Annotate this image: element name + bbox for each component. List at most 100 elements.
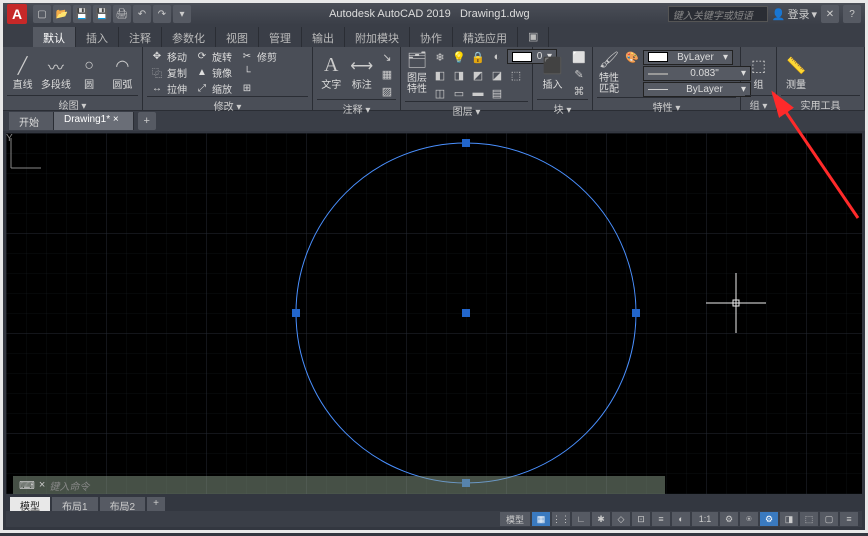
mirror-button[interactable]: ▲镜像: [192, 65, 235, 80]
polyline-button[interactable]: 〰多段线: [40, 49, 71, 95]
status-scale-button[interactable]: 1:1: [692, 512, 718, 526]
layer-ic3[interactable]: ◩: [469, 67, 487, 83]
copy-button[interactable]: ⿻复制: [147, 65, 190, 80]
layer-ic4[interactable]: ◪: [488, 67, 506, 83]
tab-addins[interactable]: 附加模块: [345, 27, 410, 47]
status-transparency-icon[interactable]: ◐: [672, 512, 690, 526]
panel-utility-title[interactable]: 实用工具: [781, 95, 860, 109]
tab-default[interactable]: 默认: [33, 27, 76, 47]
close-icon[interactable]: ×: [113, 114, 119, 125]
qat-saveas-icon[interactable]: 💾: [93, 5, 111, 23]
filetab-add-button[interactable]: +: [138, 112, 156, 130]
qat-redo-icon[interactable]: ↷: [153, 5, 171, 23]
block-edit-icon[interactable]: ✎: [570, 66, 588, 82]
status-model-button[interactable]: 模型: [500, 512, 530, 526]
move-button[interactable]: ✥移动: [147, 49, 190, 64]
status-grid-icon[interactable]: ▦: [532, 512, 550, 526]
help-icon[interactable]: ?: [843, 5, 861, 23]
measure-button[interactable]: 📏测量: [781, 49, 811, 95]
status-custom-icon[interactable]: ≡: [840, 512, 858, 526]
grip-center[interactable]: [462, 309, 470, 317]
panel-layer-title[interactable]: 图层 ▾: [405, 101, 528, 115]
layer-isolate-icon[interactable]: ◐: [488, 49, 506, 65]
lineweight-combo[interactable]: 0.083"▾: [643, 66, 751, 81]
tab-annotate[interactable]: 注释: [119, 27, 162, 47]
qat-new-icon[interactable]: ▢: [33, 5, 51, 23]
layer-off-icon[interactable]: 💡: [450, 49, 468, 65]
status-lwt-icon[interactable]: ≡: [652, 512, 670, 526]
grip-top[interactable]: [462, 139, 470, 147]
scale-button[interactable]: ⤢缩放: [192, 81, 235, 96]
panel-annotate-title[interactable]: 注释 ▾: [317, 99, 396, 113]
block-attr-icon[interactable]: ⌘: [570, 83, 588, 99]
tab-parametric[interactable]: 参数化: [162, 27, 216, 47]
tab-collab[interactable]: 协作: [410, 27, 453, 47]
status-clean-icon[interactable]: ▢: [820, 512, 838, 526]
dimension-button[interactable]: ⟷标注: [348, 49, 377, 95]
tab-featured[interactable]: 精选应用: [453, 27, 518, 47]
text-button[interactable]: A文字: [317, 49, 346, 95]
status-polar-icon[interactable]: ✱: [592, 512, 610, 526]
status-workspace-icon[interactable]: ⚙: [760, 512, 778, 526]
filetab-drawing1[interactable]: Drawing1* ×: [54, 112, 134, 130]
qat-save-icon[interactable]: 💾: [73, 5, 91, 23]
status-anno-icon[interactable]: ⍟: [740, 512, 758, 526]
block-create-icon[interactable]: ⬜: [570, 49, 588, 65]
panel-modify-title[interactable]: 修改 ▾: [147, 96, 308, 110]
status-snap-icon[interactable]: ⋮⋮: [552, 512, 570, 526]
grip-right[interactable]: [632, 309, 640, 317]
panel-properties-title[interactable]: 特性 ▾: [597, 97, 736, 111]
status-hw-icon[interactable]: ⬚: [800, 512, 818, 526]
status-ortho-icon[interactable]: ∟: [572, 512, 590, 526]
array-button[interactable]: ⊞: [237, 81, 280, 96]
qat-plot-icon[interactable]: 🖨: [113, 5, 131, 23]
status-isolate-icon[interactable]: ◨: [780, 512, 798, 526]
tab-expand-icon[interactable]: ▣: [518, 27, 549, 47]
status-iso-icon[interactable]: ◇: [612, 512, 630, 526]
color-wheel-icon[interactable]: 🎨: [623, 49, 641, 65]
grip-left[interactable]: [292, 309, 300, 317]
stretch-button[interactable]: ↔拉伸: [147, 81, 190, 96]
circle-button[interactable]: ○圆: [74, 49, 105, 95]
tab-view[interactable]: 视图: [216, 27, 259, 47]
status-osnap-icon[interactable]: ⊡: [632, 512, 650, 526]
layer-ic5[interactable]: ⬚: [507, 67, 525, 83]
close-icon[interactable]: ×: [39, 479, 45, 491]
command-bar[interactable]: ⌨ × 键入命令: [13, 476, 665, 494]
layer-ic7[interactable]: ▭: [450, 85, 468, 101]
rotate-button[interactable]: ⟳旋转: [192, 49, 235, 64]
group-button[interactable]: ⬚组: [745, 49, 772, 95]
panel-group-title[interactable]: 组 ▾: [745, 95, 772, 109]
layer-ic6[interactable]: ◫: [431, 85, 449, 101]
hatch-icon[interactable]: ▨: [378, 83, 396, 99]
panel-block-title[interactable]: 块 ▾: [537, 99, 588, 113]
insert-block-button[interactable]: ⬛插入: [537, 49, 568, 95]
arc-button[interactable]: ◠圆弧: [107, 49, 138, 95]
tab-manage[interactable]: 管理: [259, 27, 302, 47]
tab-insert[interactable]: 插入: [76, 27, 119, 47]
linetype-combo[interactable]: ByLayer▾: [643, 82, 751, 97]
qat-open-icon[interactable]: 📂: [53, 5, 71, 23]
app-logo[interactable]: A: [7, 4, 27, 24]
line-button[interactable]: ╱直线: [7, 49, 38, 95]
match-properties-button[interactable]: 🖌特性 匹配: [597, 49, 621, 95]
layer-ic9[interactable]: ▤: [488, 85, 506, 101]
qat-dropdown-icon[interactable]: ▾: [173, 5, 191, 23]
filetab-start[interactable]: 开始: [9, 112, 54, 130]
qat-undo-icon[interactable]: ↶: [133, 5, 151, 23]
layer-properties-button[interactable]: 🗂图层 特性: [405, 49, 429, 95]
panel-draw-title[interactable]: 绘图 ▾: [7, 95, 138, 109]
login-button[interactable]: 👤 登录 ▾: [772, 6, 817, 22]
help-search-input[interactable]: 键入关键字或短语: [668, 6, 768, 22]
layer-freeze-icon[interactable]: ❄: [431, 49, 449, 65]
exchange-icon[interactable]: ✕: [821, 5, 839, 23]
layer-ic2[interactable]: ◨: [450, 67, 468, 83]
trim-button[interactable]: ✂修剪: [237, 49, 280, 64]
layer-ic1[interactable]: ◧: [431, 67, 449, 83]
layer-lock-icon[interactable]: 🔒: [469, 49, 487, 65]
fillet-button[interactable]: └: [237, 65, 280, 80]
status-gear-icon[interactable]: ⚙: [720, 512, 738, 526]
color-combo[interactable]: ByLayer▾: [643, 50, 733, 65]
drawing-canvas[interactable]: Y: [6, 133, 862, 494]
tab-output[interactable]: 输出: [302, 27, 345, 47]
